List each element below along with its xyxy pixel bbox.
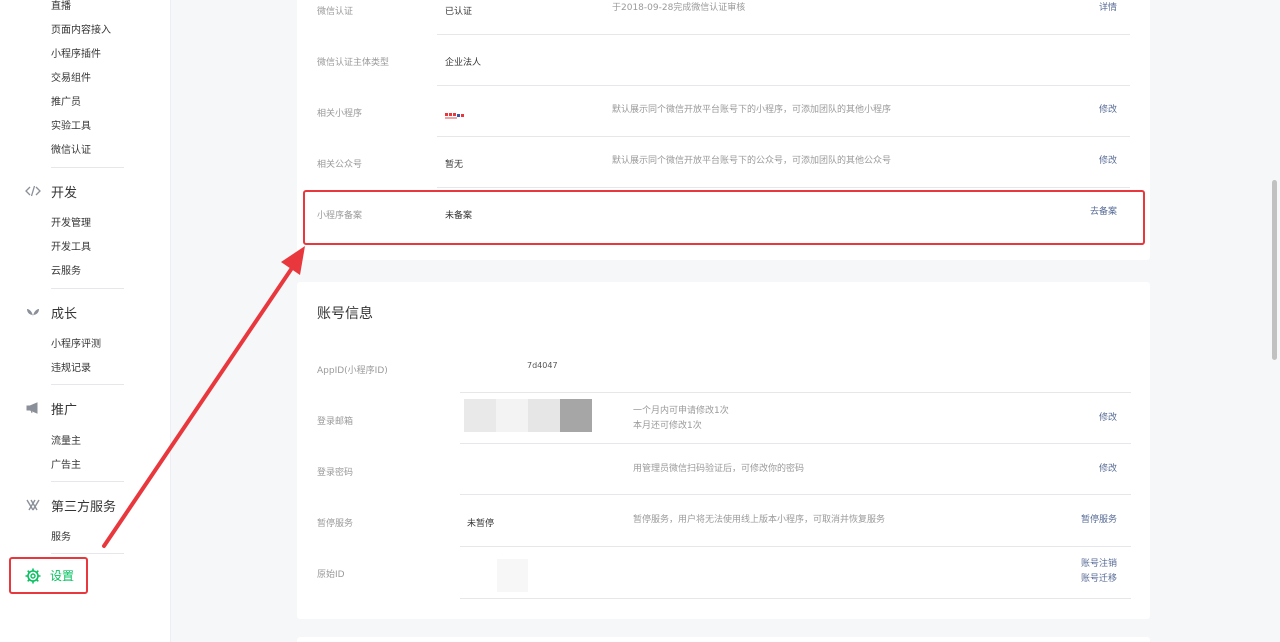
sidebar-section-dev[interactable]: 开发 (24, 181, 77, 201)
original-id-redacted (497, 559, 528, 592)
sidebar-item-advertiser[interactable]: 广告主 (51, 460, 81, 472)
next-card (297, 637, 1150, 642)
sidebar-section-third-party[interactable]: 第三方服务 (24, 495, 116, 515)
field-desc: 暂停服务，用户将无法使用线上版本小程序，可取消并恢复服务 (633, 515, 886, 525)
edit-link[interactable]: 修改 (1099, 411, 1117, 426)
field-desc: 一个月内可申请修改1次 (633, 406, 729, 416)
field-label: 原始ID (317, 570, 345, 580)
field-value: 7d4047 (527, 361, 558, 370)
divider (437, 136, 1130, 137)
sidebar-item-dev-manage[interactable]: 开发管理 (51, 218, 91, 230)
megaphone-icon (24, 399, 42, 417)
sidebar-item-lab[interactable]: 实验工具 (51, 121, 91, 133)
email-redacted (464, 399, 592, 432)
sidebar-item-dev-tools[interactable]: 开发工具 (51, 242, 91, 254)
field-label: 微信认证 (317, 7, 354, 17)
sidebar-item-live[interactable]: 直播 (51, 1, 71, 13)
divider (460, 598, 1131, 599)
divider (51, 481, 124, 482)
sidebar-item-review[interactable]: 小程序评测 (51, 339, 101, 351)
divider (460, 443, 1131, 444)
field-label: AppID(小程序ID) (317, 366, 388, 376)
field-label: 暂停服务 (317, 519, 354, 529)
divider (437, 34, 1130, 35)
field-value: 暂无 (445, 160, 464, 170)
field-label: 微信认证主体类型 (317, 58, 390, 68)
third-party-icon (24, 496, 42, 514)
sidebar-item-settings[interactable]: 设置 (9, 557, 88, 594)
sidebar-section-promo[interactable]: 推广 (24, 398, 77, 418)
divider (460, 392, 1131, 393)
page-scrollbar[interactable] (1272, 180, 1277, 360)
sidebar-item-wechat-cert[interactable]: 微信认证 (51, 145, 91, 157)
sidebar-item-promoter[interactable]: 推广员 (51, 97, 81, 109)
section-title: 账号信息 (317, 306, 373, 322)
sidebar-item-plugin[interactable]: 小程序插件 (51, 49, 101, 61)
sidebar-section-label: 开发 (51, 185, 78, 201)
sidebar-item-page-content[interactable]: 页面内容接入 (51, 25, 111, 37)
field-value: 未暂停 (467, 519, 495, 529)
field-desc: 默认展示同个微信开放平台账号下的小程序，可添加团队的其他小程序 (612, 105, 892, 115)
divider (460, 546, 1131, 547)
edit-link[interactable]: 修改 (1099, 103, 1117, 118)
sidebar-item-violation[interactable]: 违规记录 (51, 363, 91, 375)
sidebar-section-label: 第三方服务 (51, 499, 117, 515)
sidebar-item-cloud[interactable]: 云服务 (51, 266, 81, 278)
divider (460, 494, 1131, 495)
divider (51, 288, 124, 289)
annotation-highlight-box (303, 190, 1145, 245)
field-value: 企业法人 (445, 58, 482, 68)
field-desc: 默认展示同个微信开放平台账号下的公众号，可添加团队的其他公众号 (612, 156, 892, 166)
account-info-card (297, 282, 1150, 619)
sidebar-section-growth[interactable]: 成长 (24, 302, 77, 322)
code-icon (24, 182, 42, 200)
field-label: 登录邮箱 (317, 417, 354, 427)
edit-link[interactable]: 修改 (1099, 462, 1117, 477)
field-label: 相关公众号 (317, 160, 363, 170)
divider (437, 187, 1130, 188)
sprout-icon (24, 303, 42, 321)
field-desc: 于2018-09-28完成微信认证审核 (612, 3, 746, 13)
sidebar-section-label: 成长 (51, 306, 78, 322)
field-value: 已认证 (445, 7, 473, 17)
divider (51, 167, 124, 168)
sidebar-section-label: 推广 (51, 402, 78, 418)
sidebar-item-trade[interactable]: 交易组件 (51, 73, 91, 85)
divider (51, 553, 124, 554)
pause-service-link[interactable]: 暂停服务 (1081, 513, 1117, 528)
details-link[interactable]: 详情 (1099, 1, 1117, 16)
sidebar-item-service[interactable]: 服务 (51, 532, 71, 544)
divider (51, 384, 124, 385)
migrate-link[interactable]: 账号迁移 (1081, 572, 1117, 587)
deregister-link[interactable]: 账号注销 (1081, 557, 1117, 572)
field-label: 登录密码 (317, 468, 354, 478)
sidebar-nav: 直播 页面内容接入 小程序插件 交易组件 推广员 实验工具 微信认证 开发 开发… (0, 0, 171, 642)
sidebar-item-traffic[interactable]: 流量主 (51, 436, 81, 448)
field-label: 相关小程序 (317, 109, 363, 119)
divider (437, 85, 1130, 86)
field-desc: 本月还可修改1次 (633, 421, 702, 431)
field-desc: 用管理员微信扫码验证后，可修改你的密码 (633, 464, 805, 474)
miniprogram-avatar[interactable] (445, 108, 465, 120)
gear-icon (25, 568, 41, 584)
sidebar-item-label: 设置 (50, 569, 75, 583)
edit-link[interactable]: 修改 (1099, 154, 1117, 169)
